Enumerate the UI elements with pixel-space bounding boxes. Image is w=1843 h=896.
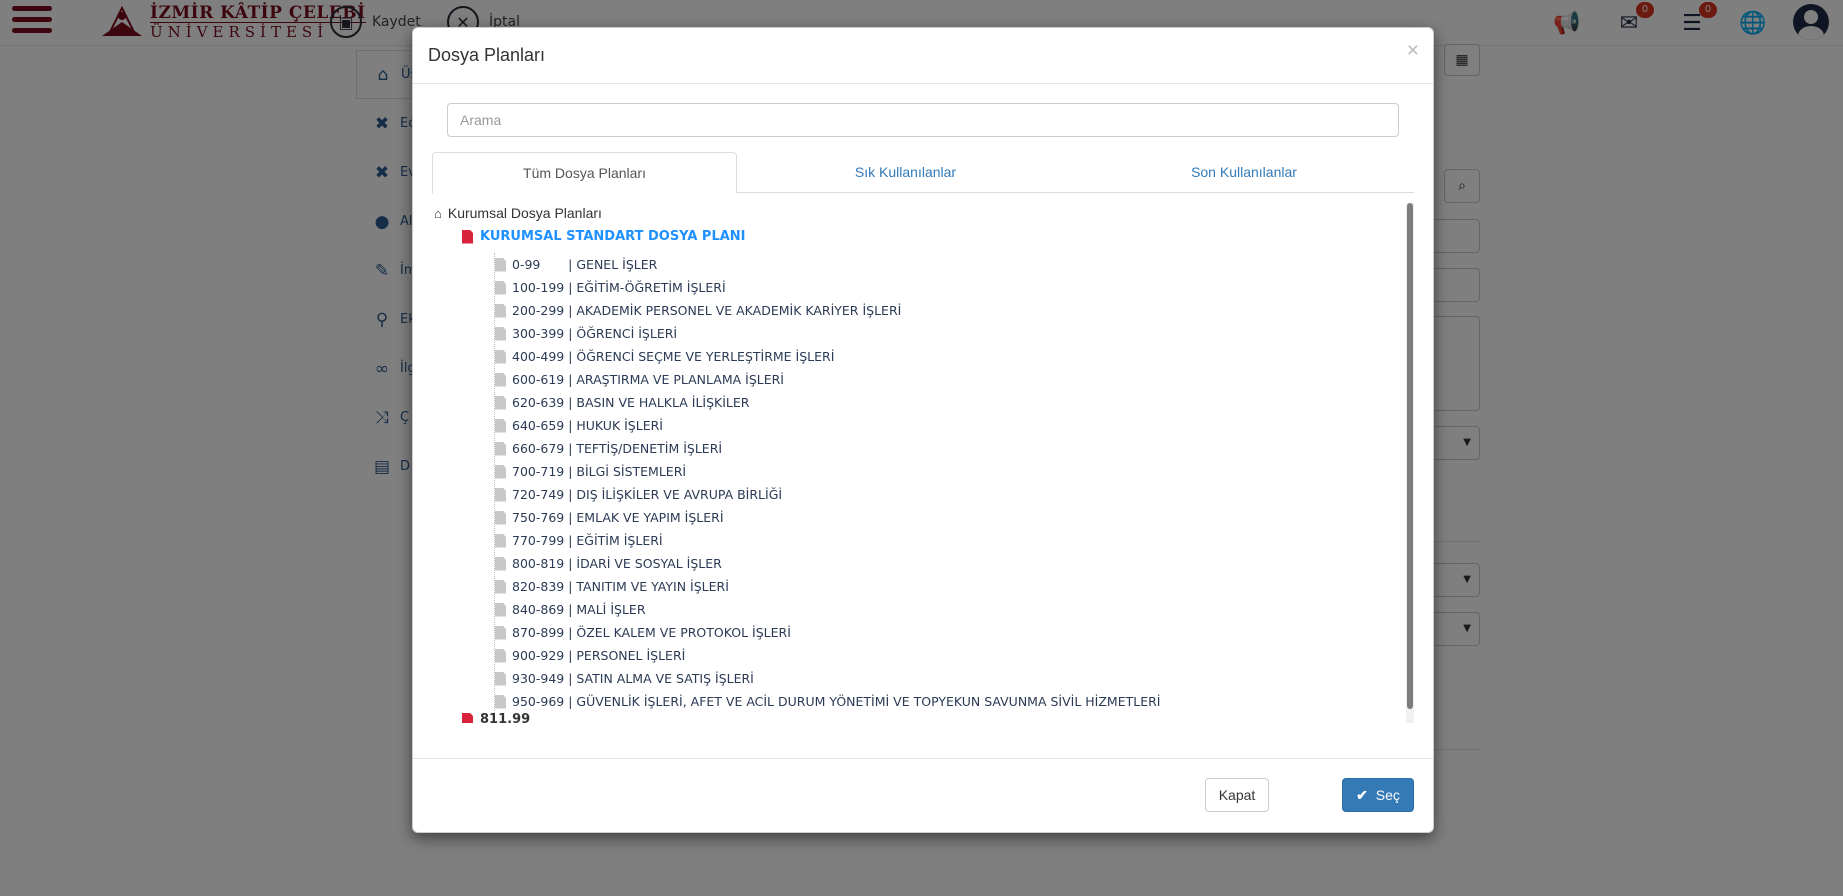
modal-title: Dosya Planları: [428, 45, 546, 65]
tab-frequently-used[interactable]: Sık Kullanılanlar: [737, 152, 1074, 192]
tree-item-label: 900-929 | PERSONEL İŞLERİ: [512, 648, 686, 663]
tree-plan-node-2[interactable]: 811.99: [462, 712, 530, 723]
tree-item[interactable]: 620-639 | BASIN VE HALKLA İLİŞKİLER: [495, 391, 1160, 414]
tree-item-label: 600-619 | ARAŞTIRMA VE PLANLAMA İŞLERİ: [512, 372, 784, 387]
file-icon: [495, 533, 506, 548]
tree-item-label: 0-99 | GENEL İŞLER: [512, 257, 658, 272]
file-icon: [495, 556, 506, 571]
file-icon: [495, 395, 506, 410]
tree-plan-children: 0-99 | GENEL İŞLER 100-199 | EĞİTİM-ÖĞRET…: [494, 253, 1160, 713]
modal-footer: Kapat ✔ Seç: [413, 758, 1433, 832]
tree-item[interactable]: 720-749 | DIŞ İLİŞKİLER VE AVRUPA BİRLİĞ…: [495, 483, 1160, 506]
tab-all-plans[interactable]: Tüm Dosya Planları: [432, 152, 737, 194]
tree-item[interactable]: 870-899 | ÖZEL KALEM VE PROTOKOL İŞLERİ: [495, 621, 1160, 644]
file-icon: [462, 712, 473, 723]
tree-plan-label: KURUMSAL STANDART DOSYA PLANI: [480, 229, 746, 244]
tree-item-label: 400-499 | ÖĞRENCİ SEÇME VE YERLEŞTİRME İ…: [512, 349, 835, 364]
file-icon: [495, 648, 506, 663]
tree-item[interactable]: 200-299 | AKADEMİK PERSONEL VE AKADEMİK …: [495, 299, 1160, 322]
tree-root-node[interactable]: ⌂ Kurumsal Dosya Planları: [434, 205, 602, 221]
select-button[interactable]: ✔ Seç: [1342, 778, 1414, 812]
tree-item[interactable]: 400-499 | ÖĞRENCİ SEÇME VE YERLEŞTİRME İ…: [495, 345, 1160, 368]
file-plans-modal: Dosya Planları × Tüm Dosya Planları Sık …: [412, 27, 1434, 833]
tree-plan-label-2: 811.99: [480, 712, 531, 723]
tree-item-label: 700-719 | BİLGİ SİSTEMLERİ: [512, 464, 687, 479]
search-input[interactable]: [447, 103, 1399, 137]
file-icon: [495, 671, 506, 686]
tree-item[interactable]: 0-99 | GENEL İŞLER: [495, 253, 1160, 276]
file-icon: [495, 441, 506, 456]
tree-item[interactable]: 660-679 | TEFTİŞ/DENETİM İŞLERİ: [495, 437, 1160, 460]
file-icon: [495, 280, 506, 295]
file-icon: [495, 694, 506, 709]
file-icon: [495, 257, 506, 272]
tree-scrollbar-thumb[interactable]: [1407, 203, 1413, 709]
tree-item-label: 620-639 | BASIN VE HALKLA İLİŞKİLER: [512, 395, 750, 410]
tree-item[interactable]: 800-819 | İDARİ VE SOSYAL İŞLER: [495, 552, 1160, 575]
file-icon: [495, 418, 506, 433]
tree-item-label: 800-819 | İDARİ VE SOSYAL İŞLER: [512, 556, 722, 571]
file-icon: [495, 464, 506, 479]
tree-item[interactable]: 770-799 | EĞİTİM İŞLERİ: [495, 529, 1160, 552]
file-icon: [495, 625, 506, 640]
tree-item[interactable]: 900-929 | PERSONEL İŞLERİ: [495, 644, 1160, 667]
tree-item[interactable]: 950-969 | GÜVENLİK İŞLERİ, AFET VE ACİL …: [495, 690, 1160, 713]
tree-item-label: 820-839 | TANITIM VE YAYIN İŞLERİ: [512, 579, 729, 594]
close-button[interactable]: Kapat: [1205, 778, 1269, 812]
file-plan-tree: ⌂ Kurumsal Dosya Planları KURUMSAL STAND…: [432, 203, 1414, 723]
tree-scrollbar[interactable]: [1406, 203, 1414, 723]
tree-item-label: 300-399 | ÖĞRENCİ İŞLERİ: [512, 326, 678, 341]
file-icon: [462, 229, 473, 244]
tree-item-label: 840-869 | MALİ İŞLER: [512, 602, 646, 617]
tree-item[interactable]: 840-869 | MALİ İŞLER: [495, 598, 1160, 621]
file-icon: [495, 510, 506, 525]
tree-item[interactable]: 600-619 | ARAŞTIRMA VE PLANLAMA İŞLERİ: [495, 368, 1160, 391]
file-icon: [495, 579, 506, 594]
tree-item-label: 870-899 | ÖZEL KALEM VE PROTOKOL İŞLERİ: [512, 625, 791, 640]
tree-item-label: 750-769 | EMLAK VE YAPIM İŞLERİ: [512, 510, 724, 525]
select-label: Seç: [1375, 787, 1400, 803]
tree-item[interactable]: 700-719 | BİLGİ SİSTEMLERİ: [495, 460, 1160, 483]
tab-recently-used[interactable]: Son Kullanılanlar: [1074, 152, 1414, 192]
home-icon: ⌂: [434, 205, 442, 221]
tree-plan-node[interactable]: KURUMSAL STANDART DOSYA PLANI: [462, 229, 746, 244]
tree-item-label: 950-969 | GÜVENLİK İŞLERİ, AFET VE ACİL …: [512, 694, 1161, 709]
tree-item[interactable]: 300-399 | ÖĞRENCİ İŞLERİ: [495, 322, 1160, 345]
tree-item-label: 770-799 | EĞİTİM İŞLERİ: [512, 533, 663, 548]
plan-tabs: Tüm Dosya Planları Sık Kullanılanlar Son…: [432, 152, 1414, 194]
modal-header: Dosya Planları ×: [413, 28, 1433, 84]
tree-item-label: 200-299 | AKADEMİK PERSONEL VE AKADEMİK …: [512, 303, 902, 318]
tree-item-label: 640-659 | HUKUK İŞLERİ: [512, 418, 663, 433]
tree-root-label: Kurumsal Dosya Planları: [447, 205, 602, 221]
tree-item-label: 660-679 | TEFTİŞ/DENETİM İŞLERİ: [512, 441, 723, 456]
file-icon: [495, 487, 506, 502]
tree-item-label: 720-749 | DIŞ İLİŞKİLER VE AVRUPA BİRLİĞ…: [512, 487, 783, 502]
tree-item-label: 100-199 | EĞİTİM-ÖĞRETİM İŞLERİ: [512, 280, 726, 295]
tree-item[interactable]: 100-199 | EĞİTİM-ÖĞRETİM İŞLERİ: [495, 276, 1160, 299]
tree-item-label: 930-949 | SATIN ALMA VE SATIŞ İŞLERİ: [512, 671, 754, 686]
tree-item[interactable]: 820-839 | TANITIM VE YAYIN İŞLERİ: [495, 575, 1160, 598]
file-icon: [495, 303, 506, 318]
tree-item[interactable]: 930-949 | SATIN ALMA VE SATIŞ İŞLERİ: [495, 667, 1160, 690]
tree-item[interactable]: 640-659 | HUKUK İŞLERİ: [495, 414, 1160, 437]
check-icon: ✔: [1356, 786, 1368, 803]
modal-close-icon[interactable]: ×: [1407, 40, 1419, 61]
file-icon: [495, 326, 506, 341]
tree-item[interactable]: 750-769 | EMLAK VE YAPIM İŞLERİ: [495, 506, 1160, 529]
file-icon: [495, 602, 506, 617]
file-icon: [495, 372, 506, 387]
file-icon: [495, 349, 506, 364]
